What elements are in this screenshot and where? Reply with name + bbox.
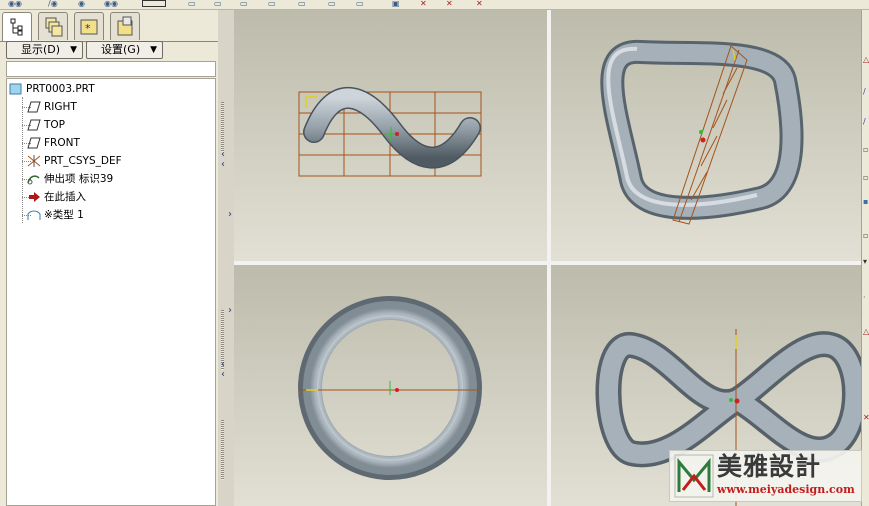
settings-button-label: 设置 — [101, 43, 123, 56]
tool-icon-1[interactable]: ✕ — [420, 0, 427, 8]
datum-plane-icon — [27, 137, 41, 149]
datum-axis-display-icon[interactable]: /◉ — [48, 0, 58, 8]
view-icon-3[interactable]: ▭ — [240, 0, 248, 8]
watermark: 美雅設計 www.meiyadesign.com — [669, 450, 862, 502]
wave-tube-model — [298, 87, 482, 177]
tool-icon-2[interactable]: ✕ — [446, 0, 453, 8]
show-dropdown-button[interactable]: 显示(D) ▼ — [6, 41, 83, 59]
tool-icon[interactable]: ▫ — [863, 146, 868, 154]
model-tree-icon — [10, 18, 23, 36]
collapse-left-icon[interactable]: ‹ — [221, 160, 225, 170]
watermark-url: www.meiyadesign.com — [717, 483, 855, 496]
ring-model — [298, 296, 482, 480]
tool-icon[interactable]: ▪ — [863, 198, 868, 206]
csys-origin — [395, 388, 399, 392]
axis-tool-icon[interactable]: / — [863, 118, 866, 126]
protrusion-icon — [27, 175, 40, 185]
tab-model-tree[interactable] — [2, 12, 32, 42]
datum-plane-display-icon[interactable]: ◉◉ — [8, 0, 22, 8]
view-icon-1[interactable]: ▭ — [188, 0, 196, 8]
save-icon[interactable]: ▣ — [392, 0, 400, 8]
csys-origin — [729, 398, 733, 402]
tree-connector — [22, 97, 23, 223]
tree-item-label: TOP — [44, 119, 66, 131]
viewport-front[interactable] — [234, 10, 547, 261]
svg-text:*: * — [85, 22, 91, 35]
tool-icon[interactable]: △ — [863, 328, 869, 336]
chevron-down-icon: ▼ — [150, 45, 157, 55]
tool-icon[interactable]: · — [863, 294, 866, 302]
panel-sash[interactable]: ‹ ‹ › › ‹ ‹ — [218, 10, 234, 506]
chevron-down-icon[interactable]: ▾ — [863, 258, 867, 266]
sketch-tool-icon[interactable]: △ — [863, 56, 869, 64]
tree-item-label: FRONT — [44, 137, 80, 149]
coordinate-system-icon — [27, 155, 41, 167]
brand-logo-icon — [674, 454, 714, 498]
settings-dropdown-button[interactable]: 设置(G) ▼ — [86, 41, 163, 59]
tool-icon[interactable]: ▫ — [863, 232, 868, 240]
bent-loop-model — [600, 39, 804, 225]
layers-icon — [45, 17, 63, 37]
expand-right-icon[interactable]: › — [228, 306, 232, 316]
tool-icon-3[interactable]: ✕ — [476, 0, 483, 8]
watermark-brand: 美雅設計 — [717, 452, 822, 481]
view-icon-2[interactable]: ▭ — [214, 0, 222, 8]
navigator-panel: * 显示(D) ▼ 设置(G) ▼ PRT0003.PRT RIGHT TOP … — [0, 10, 218, 506]
view-icon-5[interactable]: ▭ — [298, 0, 306, 8]
csys-origin — [734, 398, 740, 404]
right-toolbar: △ / / ▫ ▫ ▪ ▫ ▾ · △ ✕ — [861, 10, 869, 506]
show-button-label: 显示 — [21, 43, 43, 56]
top-toolbar: ◉◉ /◉ ◉ ◉◉ ▭ ▭ ▭ ▭ ▭ ▭ ▭ ▣ ✕ ✕ ✕ — [0, 0, 869, 10]
tree-item-label: ※类型 1 — [44, 209, 84, 221]
tree-item-label: RIGHT — [44, 101, 77, 113]
sash-grip[interactable] — [221, 420, 224, 480]
tree-filter-strip — [6, 61, 216, 77]
viewport-divider-vertical — [547, 10, 551, 506]
tab-folder[interactable] — [110, 12, 140, 40]
viewport-isometric[interactable] — [551, 10, 861, 261]
insert-here-arrow-icon — [29, 192, 40, 202]
expand-right-icon[interactable]: › — [228, 210, 232, 220]
datum-plane-icon — [27, 119, 41, 131]
viewport-divider-horizontal — [234, 261, 861, 265]
csys-origin — [699, 130, 703, 134]
collapse-left-icon[interactable]: ‹ — [221, 370, 225, 380]
viewport-top[interactable] — [234, 265, 547, 506]
model-tree[interactable]: PRT0003.PRT RIGHT TOP FRONT PRT_CSYS_DEF… — [6, 78, 216, 506]
view-mode-icon[interactable] — [142, 0, 166, 7]
datum-plane-icon — [27, 101, 41, 113]
line-tool-icon[interactable]: / — [863, 88, 866, 96]
tree-root-label: PRT0003.PRT — [26, 83, 95, 95]
view-icon-4[interactable]: ▭ — [268, 0, 276, 8]
view-icon-6[interactable]: ▭ — [328, 0, 336, 8]
tree-item-label: 在此插入 — [44, 191, 86, 203]
tab-layers[interactable] — [38, 12, 68, 40]
tree-item-label: PRT_CSYS_DEF — [44, 155, 122, 167]
folder-icon — [117, 16, 133, 36]
show-button-key: (D) — [43, 43, 61, 56]
settings-button-key: (G) — [123, 43, 141, 56]
sash-grip[interactable] — [221, 102, 224, 152]
favorites-icon: * — [80, 19, 98, 35]
csys-origin — [700, 137, 706, 143]
csys-display-icon[interactable]: ◉◉ — [104, 0, 118, 8]
feature-type-icon — [27, 210, 41, 220]
part-icon — [9, 83, 22, 95]
tree-item-label: 伸出项 标识39 — [44, 173, 114, 185]
chevron-down-icon: ▼ — [70, 45, 77, 55]
tool-icon[interactable]: ▫ — [863, 174, 868, 182]
tab-favorites[interactable]: * — [74, 12, 104, 40]
datum-point-display-icon[interactable]: ◉ — [78, 0, 85, 8]
view-icon-7[interactable]: ▭ — [356, 0, 364, 8]
tool-icon[interactable]: ✕ — [863, 414, 869, 422]
